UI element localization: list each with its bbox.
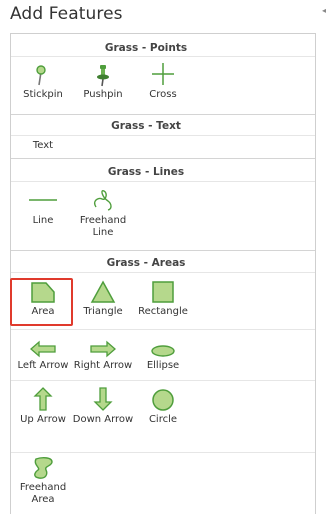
line-icon: [11, 187, 75, 213]
left-arrow-icon: [11, 332, 75, 358]
tool-label: Line: [32, 215, 54, 226]
tool-down-arrow[interactable]: Down Arrow: [71, 386, 135, 426]
stickpin-icon: [11, 61, 75, 87]
tool-label: Right Arrow: [73, 360, 133, 371]
section-header-lines: Grass - Lines: [107, 166, 185, 178]
section-header-areas: Grass - Areas: [106, 257, 186, 269]
divider: [11, 329, 315, 330]
tool-triangle[interactable]: Triangle: [71, 278, 135, 318]
tool-line[interactable]: Line: [11, 187, 75, 227]
tool-label: Ellipse: [146, 360, 180, 371]
tool-label: Triangle: [83, 306, 123, 317]
tool-text[interactable]: Text: [11, 138, 75, 152]
tool-label: Stickpin: [23, 89, 63, 100]
divider: [11, 135, 315, 136]
corner-icon: ◂: [321, 6, 326, 15]
tool-label: Pushpin: [83, 89, 123, 100]
pushpin-icon: [71, 61, 135, 87]
cross-icon: [131, 61, 195, 87]
tool-label: Cross: [149, 89, 177, 100]
tool-ellipse[interactable]: Ellipse: [131, 332, 195, 372]
feature-templates-panel: Grass - Points Stickpin Pushpin Cross Gr…: [10, 33, 316, 514]
tool-stickpin[interactable]: Stickpin: [11, 61, 75, 101]
tool-up-arrow[interactable]: Up Arrow: [11, 386, 75, 426]
divider: [11, 452, 315, 453]
divider: [11, 380, 315, 381]
tool-label: Left Arrow: [17, 360, 69, 371]
divider: [11, 114, 315, 115]
freehand-area-icon: [11, 454, 75, 480]
divider: [11, 56, 315, 57]
selected-tool-highlight: [10, 278, 73, 326]
tool-label: Rectangle: [138, 306, 188, 317]
rectangle-icon: [131, 278, 195, 304]
tool-label: Circle: [148, 414, 178, 425]
tool-right-arrow[interactable]: Right Arrow: [71, 332, 135, 372]
section-header-text: Grass - Text: [111, 120, 181, 132]
tool-label: Text: [32, 140, 54, 151]
up-arrow-icon: [11, 386, 75, 412]
tool-label: Freehand Line: [79, 215, 127, 238]
tool-label: Down Arrow: [72, 414, 134, 425]
tool-freehand-area[interactable]: Freehand Area: [11, 454, 75, 506]
tool-label: Freehand Area: [19, 482, 67, 505]
triangle-icon: [71, 278, 135, 304]
right-arrow-icon: [71, 332, 135, 358]
tool-freehand-line[interactable]: Freehand Line: [71, 187, 135, 239]
divider: [11, 158, 315, 159]
tool-left-arrow[interactable]: Left Arrow: [11, 332, 75, 372]
divider: [11, 272, 315, 273]
circle-icon: [131, 386, 195, 412]
tool-label: Up Arrow: [20, 414, 66, 425]
freehand-line-icon: [71, 187, 135, 213]
ellipse-icon: [131, 332, 195, 358]
tool-rectangle[interactable]: Rectangle: [131, 278, 195, 318]
tool-pushpin[interactable]: Pushpin: [71, 61, 135, 101]
down-arrow-icon: [71, 386, 135, 412]
tool-circle[interactable]: Circle: [131, 386, 195, 426]
tool-cross[interactable]: Cross: [131, 61, 195, 101]
panel-title: Add Features: [10, 4, 123, 24]
section-header-points: Grass - Points: [104, 42, 188, 54]
divider: [11, 181, 315, 182]
divider: [11, 250, 315, 251]
